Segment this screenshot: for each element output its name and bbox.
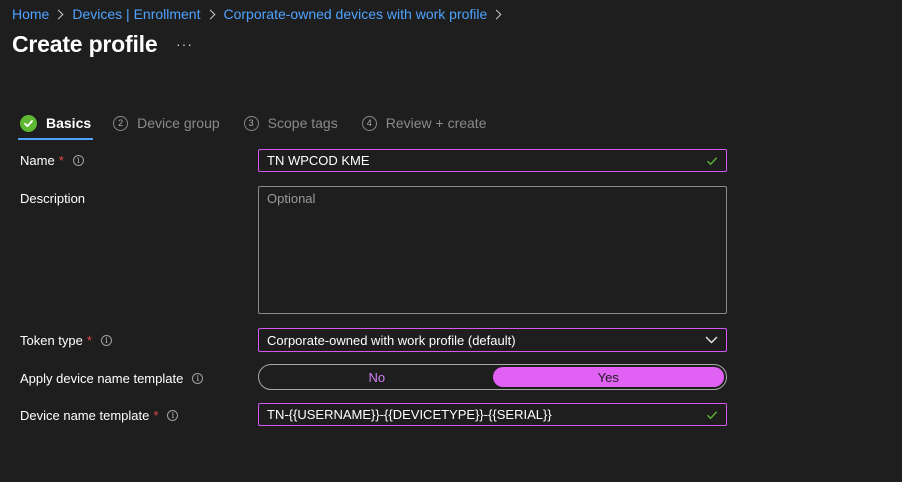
- breadcrumb: Home Devices | Enrollment Corporate-owne…: [12, 5, 510, 23]
- breadcrumb-home[interactable]: Home: [12, 6, 49, 22]
- token-type-label-text: Token type: [20, 333, 83, 348]
- toggle-option-yes[interactable]: Yes: [492, 367, 724, 387]
- page-title: Create profile: [12, 31, 158, 57]
- wizard-steps: Basics 2 Device group 3 Scope tags 4 Rev…: [17, 110, 487, 140]
- step-scope-tags[interactable]: 3 Scope tags: [243, 112, 338, 134]
- step-number: 4: [361, 115, 377, 131]
- description-placeholder: Optional: [267, 191, 316, 206]
- info-icon[interactable]: i: [100, 335, 112, 346]
- check-icon: [706, 409, 718, 421]
- toggle-option-no[interactable]: No: [261, 367, 493, 387]
- apply-template-toggle: No Yes: [258, 364, 727, 390]
- breadcrumb-corporate-owned[interactable]: Corporate-owned devices with work profil…: [224, 6, 488, 22]
- info-icon[interactable]: i: [167, 410, 179, 421]
- name-label: Name * i: [20, 153, 84, 168]
- name-label-text: Name: [20, 153, 55, 168]
- token-type-select[interactable]: Corporate-owned with work profile (defau…: [258, 328, 727, 352]
- chevron-right-icon: [491, 9, 502, 19]
- step-basics[interactable]: Basics: [17, 112, 94, 140]
- description-label: Description: [20, 191, 85, 206]
- device-name-template-label-text: Device name template: [20, 408, 150, 423]
- step-device-group[interactable]: 2 Device group: [113, 112, 220, 134]
- apply-template-label: Apply device name template i: [20, 371, 204, 386]
- token-type-value: Corporate-owned with work profile (defau…: [267, 332, 516, 348]
- chevron-down-icon: [705, 336, 718, 344]
- check-icon: [706, 155, 718, 167]
- device-name-template-value: TN-{{USERNAME}}-{{DEVICETYPE}}-{{SERIAL}…: [267, 407, 552, 422]
- more-options-button[interactable]: ···: [176, 36, 193, 52]
- name-input-value: TN WPCOD KME: [267, 153, 370, 168]
- required-mark: *: [86, 333, 92, 348]
- chevron-right-icon: [53, 9, 64, 19]
- required-mark: *: [58, 153, 64, 168]
- chevron-right-icon: [205, 9, 215, 19]
- step-label: Scope tags: [267, 115, 338, 131]
- check-circle-icon: [20, 114, 37, 132]
- step-number: 2: [113, 115, 129, 131]
- breadcrumb-devices-enrollment[interactable]: Devices | Enrollment: [72, 6, 200, 22]
- step-number: 3: [243, 115, 259, 131]
- info-icon[interactable]: i: [192, 373, 204, 384]
- description-label-text: Description: [20, 191, 86, 206]
- step-label: Device group: [137, 115, 220, 131]
- required-mark: *: [153, 408, 159, 423]
- device-name-template-label: Device name template * i: [20, 408, 179, 423]
- step-review-create[interactable]: 4 Review + create: [361, 112, 487, 134]
- name-input[interactable]: TN WPCOD KME: [258, 149, 727, 172]
- device-name-template-input[interactable]: TN-{{USERNAME}}-{{DEVICETYPE}}-{{SERIAL}…: [258, 403, 727, 426]
- step-label: Review + create: [385, 115, 487, 131]
- step-label: Basics: [46, 115, 92, 131]
- description-textarea[interactable]: Optional: [258, 186, 727, 314]
- apply-template-label-text: Apply device name template: [20, 371, 184, 386]
- info-icon[interactable]: i: [72, 155, 84, 166]
- token-type-label: Token type * i: [20, 333, 112, 348]
